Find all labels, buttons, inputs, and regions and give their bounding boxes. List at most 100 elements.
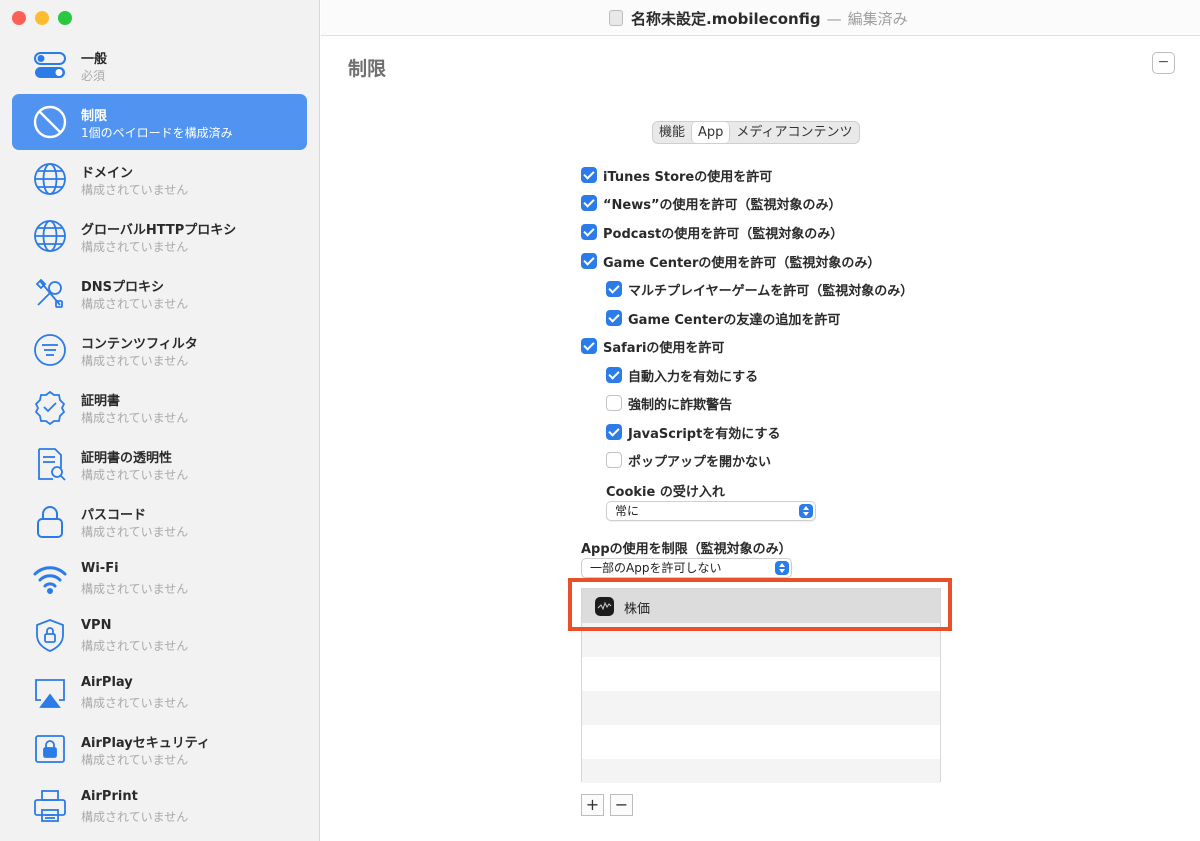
checkbox-unchecked[interactable] <box>606 395 622 411</box>
sidebar-item-airprint[interactable]: AirPrint 構成されていません <box>12 778 307 834</box>
title-bar: 名称未設定.mobileconfig — 編集済み <box>321 0 1200 36</box>
document-icon <box>609 10 623 26</box>
checkbox-checked[interactable] <box>581 195 597 211</box>
title-separator: — <box>826 10 842 28</box>
allow-podcasts-checkbox[interactable]: Podcastの使用を許可（監視対象のみ） <box>581 223 844 242</box>
checkbox-label: JavaScriptを有効にする <box>628 426 781 442</box>
add-app-button[interactable]: + <box>581 794 604 816</box>
checkbox-checked[interactable] <box>606 424 622 440</box>
checkbox-unchecked[interactable] <box>606 452 622 468</box>
sidebar-item-title: グローバルHTTPプロキシ <box>81 223 237 238</box>
tab-media-content[interactable]: メディアコンテンツ <box>730 122 858 143</box>
sidebar-item-general[interactable]: 一般 必須 <box>12 37 307 93</box>
checkbox-checked[interactable] <box>581 224 597 240</box>
checkbox-label: Podcastの使用を許可（監視対象のみ） <box>603 226 844 242</box>
sidebar-item-subtitle: 構成されていません <box>81 411 189 425</box>
checkbox-label: マルチプレイヤーゲームを許可（監視対象のみ） <box>628 283 914 299</box>
app-restrict-select-value: 一部のAppを許可しない <box>590 561 722 575</box>
sidebar-item-domains[interactable]: ドメイン 構成されていません <box>12 151 307 207</box>
tab-app[interactable]: App <box>691 122 731 143</box>
tab-bar: 機能 App メディアコンテンツ <box>652 121 860 144</box>
sidebar-item-title: 証明書 <box>81 394 121 409</box>
shield-lock-icon <box>32 617 68 653</box>
allow-game-center-checkbox[interactable]: Game Centerの使用を許可（監視対象のみ） <box>581 252 881 271</box>
sidebar-item-subtitle: 構成されていません <box>81 639 189 653</box>
minimize-window-button[interactable] <box>35 11 49 25</box>
empty-row <box>582 691 940 725</box>
sidebar-item-dns-proxy[interactable]: DNSプロキシ 構成されていません <box>12 265 307 321</box>
close-window-button[interactable] <box>12 11 26 25</box>
window-controls <box>12 11 72 25</box>
sidebar-item-restrictions[interactable]: 制限 1個のペイロードを構成済み <box>12 94 307 150</box>
sidebar-item-title: AirPlay <box>81 675 133 690</box>
checkbox-checked[interactable] <box>606 367 622 383</box>
wifi-icon <box>32 560 68 596</box>
sidebar-item-subtitle: 構成されていません <box>81 297 189 311</box>
cookie-label: Cookie の受け入れ <box>606 485 725 500</box>
fraud-warning-checkbox[interactable]: 強制的に詐欺警告 <box>606 394 733 413</box>
checkbox-label: Game Centerの使用を許可（監視対象のみ） <box>603 255 881 271</box>
sidebar-item-subtitle: 構成されていません <box>81 183 189 197</box>
sidebar-item-global-http-proxy[interactable]: グローバルHTTPプロキシ 構成されていません <box>12 208 307 264</box>
sidebar-item-content-filter[interactable]: コンテンツフィルタ 構成されていません <box>12 322 307 378</box>
checkbox-label: Safariの使用を許可 <box>603 340 725 356</box>
sidebar-item-title: VPN <box>81 618 112 633</box>
cookie-select-value: 常に <box>615 504 640 518</box>
sidebar-item-wifi[interactable]: Wi-Fi 構成されていません <box>12 550 307 606</box>
empty-row <box>582 657 940 691</box>
sidebar-item-airplay[interactable]: AirPlay 構成されていません <box>12 664 307 720</box>
airplay-icon <box>32 674 68 710</box>
sidebar-item-title: 一般 <box>81 52 108 67</box>
sidebar-item-title: ドメイン <box>81 166 134 181</box>
sidebar-item-subtitle: 構成されていません <box>81 468 189 482</box>
allow-news-checkbox[interactable]: “News”の使用を許可（監視対象のみ） <box>581 194 842 213</box>
sidebar-item-vpn[interactable]: VPN 構成されていません <box>12 607 307 663</box>
javascript-checkbox[interactable]: JavaScriptを有効にする <box>606 423 781 442</box>
checkbox-checked[interactable] <box>581 338 597 354</box>
highlight-box <box>568 578 952 631</box>
toggle-icon <box>32 47 68 83</box>
chevron-updown-icon <box>799 504 813 518</box>
globe-icon <box>32 218 68 254</box>
autofill-checkbox[interactable]: 自動入力を有効にする <box>606 366 759 385</box>
checkbox-checked[interactable] <box>606 281 622 297</box>
empty-row <box>582 759 940 783</box>
lock-icon <box>32 503 68 539</box>
certificate-icon <box>32 389 68 425</box>
checkbox-checked[interactable] <box>606 310 622 326</box>
sidebar-item-passcode[interactable]: パスコード 構成されていません <box>12 493 307 549</box>
window-title: 名称未設定.mobileconfig — 編集済み <box>609 8 908 29</box>
allow-multiplayer-checkbox[interactable]: マルチプレイヤーゲームを許可（監視対象のみ） <box>606 280 914 299</box>
edit-state: 編集済み <box>847 10 908 28</box>
sidebar-item-certificates[interactable]: 証明書 構成されていません <box>12 379 307 435</box>
cookie-select[interactable]: 常に <box>606 501 816 521</box>
sidebar-item-title: DNSプロキシ <box>81 280 165 295</box>
zoom-window-button[interactable] <box>58 11 72 25</box>
sidebar-item-subtitle: 構成されていません <box>81 582 189 596</box>
remove-app-button[interactable]: − <box>610 794 633 816</box>
tab-functions[interactable]: 機能 <box>653 122 691 143</box>
collapse-button[interactable]: − <box>1152 52 1175 74</box>
checkbox-label: 強制的に詐欺警告 <box>628 397 733 413</box>
filter-icon <box>32 332 68 368</box>
checkbox-checked[interactable] <box>581 167 597 183</box>
checkbox-label: iTunes Storeの使用を許可 <box>603 169 773 185</box>
sidebar-item-certificate-transparency[interactable]: 証明書の透明性 構成されていません <box>12 436 307 492</box>
allow-add-friends-checkbox[interactable]: Game Centerの友達の追加を許可 <box>606 309 840 328</box>
allow-safari-checkbox[interactable]: Safariの使用を許可 <box>581 337 725 356</box>
sidebar: 一般 必須 制限 1個のペイロードを構成済み ドメイン 構成されていません グロ… <box>0 0 320 841</box>
sidebar-item-subtitle: 1個のペイロードを構成済み <box>81 126 233 140</box>
sidebar-item-airplay-security[interactable]: AirPlayセキュリティ 構成されていません <box>12 721 307 777</box>
sidebar-item-title: AirPrint <box>81 789 138 804</box>
app-restrict-label: Appの使用を制限（監視対象のみ） <box>581 542 792 557</box>
app-restrict-select[interactable]: 一部のAppを許可しない <box>581 558 792 578</box>
checkbox-checked[interactable] <box>581 253 597 269</box>
sidebar-item-subtitle: 構成されていません <box>81 354 189 368</box>
document-search-icon <box>32 446 68 482</box>
allow-itunes-checkbox[interactable]: iTunes Storeの使用を許可 <box>581 166 773 185</box>
sidebar-item-title: 制限 <box>81 109 108 124</box>
sidebar-item-title: AirPlayセキュリティ <box>81 736 210 751</box>
block-popups-checkbox[interactable]: ポップアップを開かない <box>606 451 771 470</box>
sidebar-item-title: Wi-Fi <box>81 561 119 576</box>
checkbox-label: 自動入力を有効にする <box>628 369 759 385</box>
